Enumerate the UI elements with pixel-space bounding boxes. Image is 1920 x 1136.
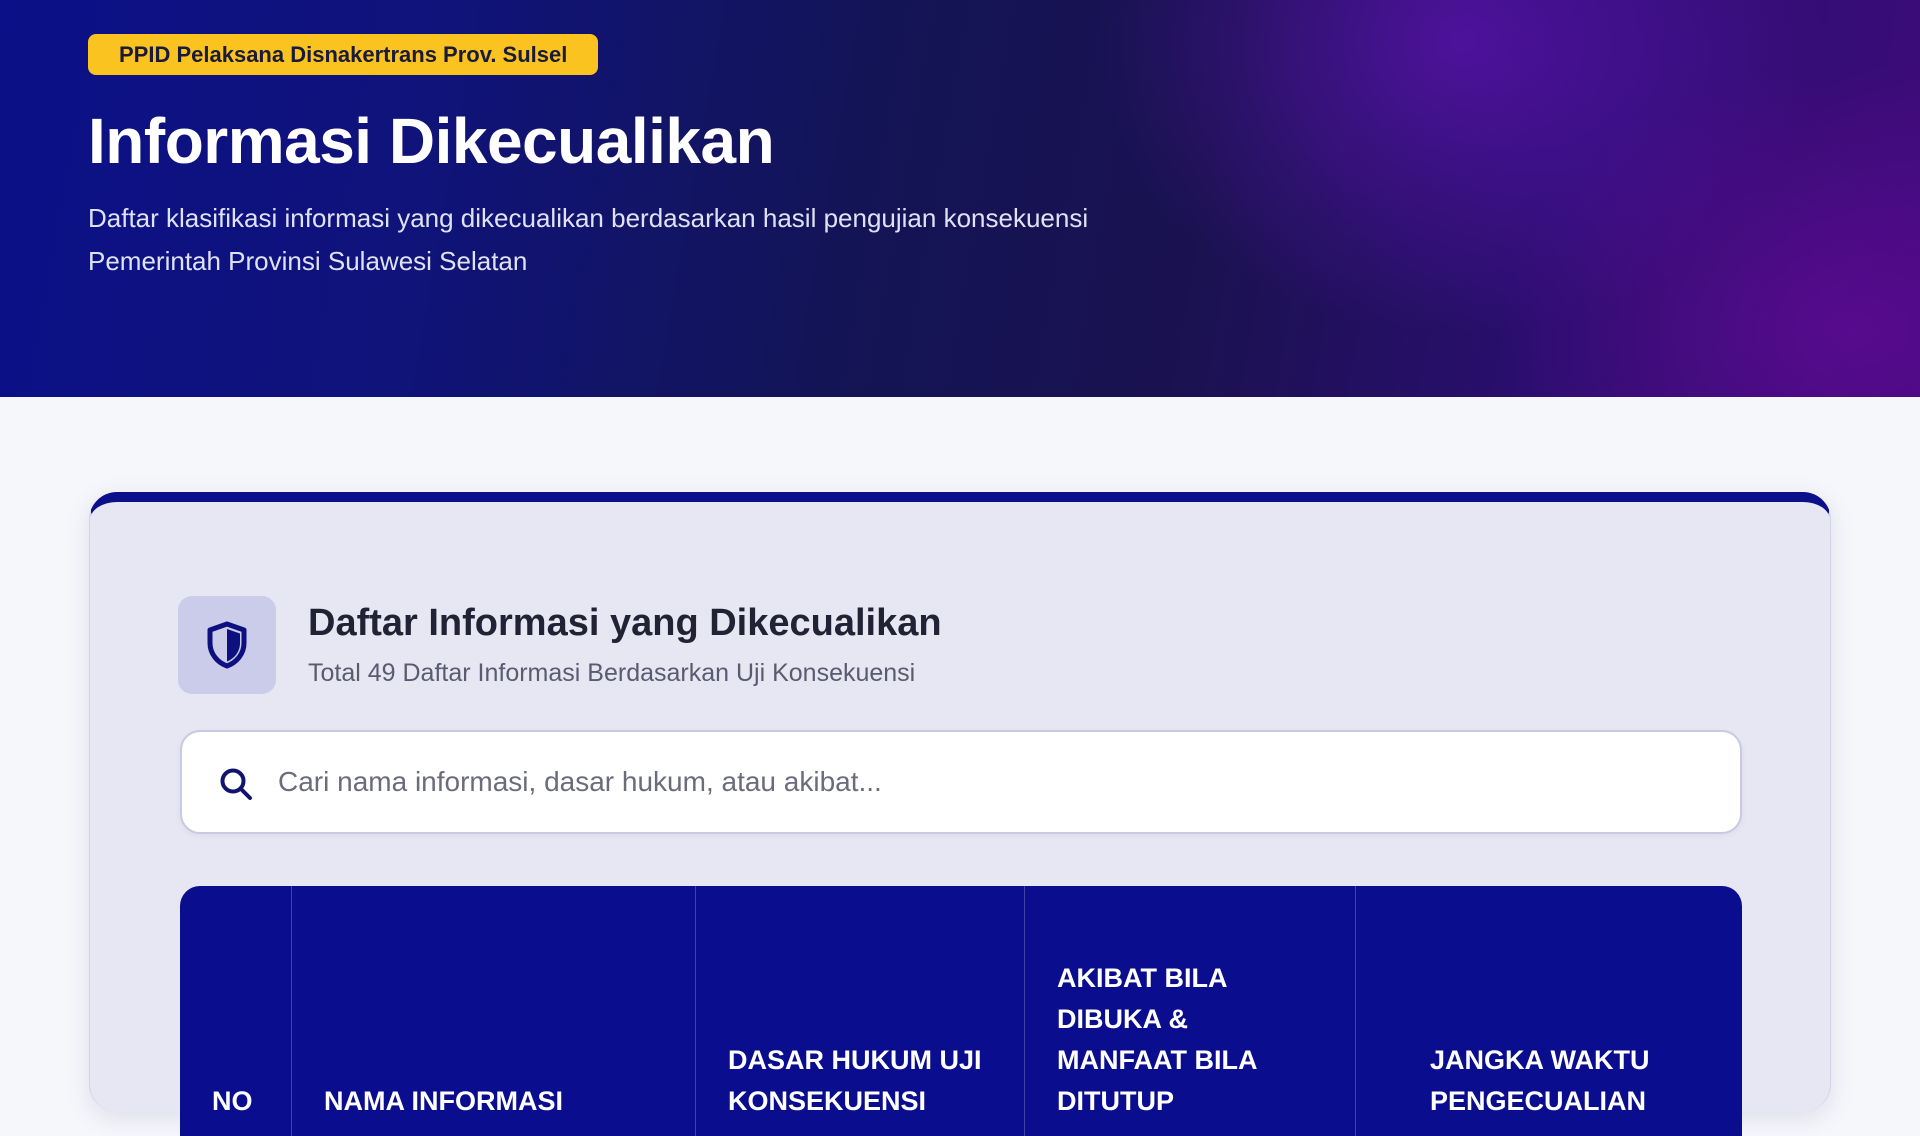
page-description-line-1: Daftar klasifikasi informasi yang dikecu… xyxy=(88,203,1089,233)
column-header-akibat-label: Akibat Bila Dibuka & Manfaat Bila Ditutu… xyxy=(1057,963,1257,1116)
column-header-akibat[interactable]: Akibat Bila Dibuka & Manfaat Bila Ditutu… xyxy=(1025,886,1356,1136)
search-input[interactable] xyxy=(278,732,1718,832)
column-header-nama-informasi-label: Nama Informasi xyxy=(324,1086,563,1116)
shield-icon xyxy=(178,596,276,694)
column-header-no[interactable]: No xyxy=(180,886,292,1136)
page-title: Informasi Dikecualikan xyxy=(88,105,775,177)
exempt-info-card: Daftar Informasi yang Dikecualikan Total… xyxy=(89,492,1831,1136)
shield-icon-svg xyxy=(207,621,247,669)
card-title: Daftar Informasi yang Dikecualikan xyxy=(308,602,942,644)
page-description: Daftar klasifikasi informasi yang dikecu… xyxy=(88,197,1188,283)
search-bar[interactable] xyxy=(180,730,1742,834)
column-header-nama-informasi[interactable]: Nama Informasi xyxy=(292,886,696,1136)
agency-badge: PPID Pelaksana Disnakertrans Prov. Sulse… xyxy=(88,34,599,75)
column-header-dasar-hukum[interactable]: Dasar Hukum Uji Konsekuensi xyxy=(696,886,1025,1136)
table-header: No Nama Informasi Dasar Hukum Uji Konsek… xyxy=(180,886,1742,1136)
search-icon xyxy=(220,768,252,800)
column-header-dasar-hukum-label: Dasar Hukum Uji Konsekuensi xyxy=(728,1045,982,1116)
column-header-no-label: No xyxy=(212,1086,253,1116)
column-header-jangka-waktu-label: Jangka Waktu Pengecualian xyxy=(1430,1045,1650,1116)
page-description-line-2: Pemerintah Provinsi Sulawesi Selatan xyxy=(88,246,528,276)
card-subtitle: Total 49 Daftar Informasi Berdasarkan Uj… xyxy=(308,659,916,687)
column-header-jangka-waktu[interactable]: Jangka Waktu Pengecualian xyxy=(1356,886,1742,1136)
hero-banner: PPID Pelaksana Disnakertrans Prov. Sulse… xyxy=(0,0,1920,397)
